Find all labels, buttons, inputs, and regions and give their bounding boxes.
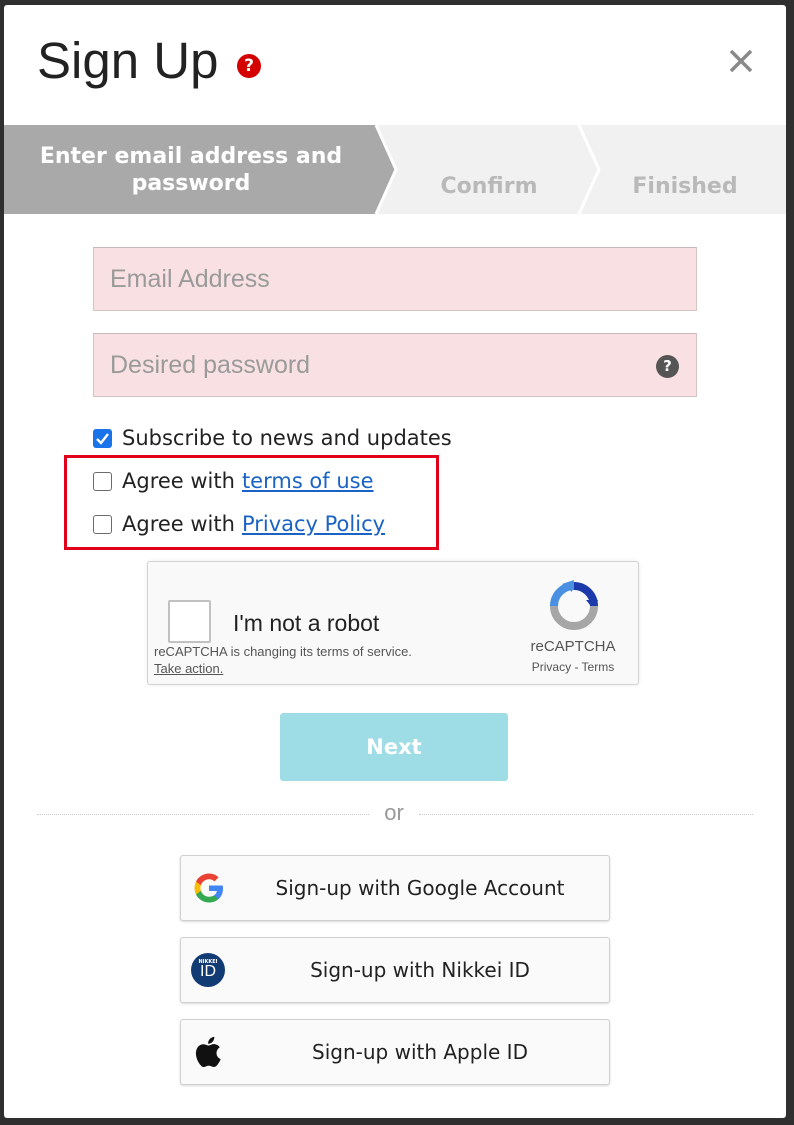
apple-icon [195,1036,221,1068]
google-signup-label: Sign-up with Google Account [275,876,565,900]
subscribe-checkbox[interactable] [93,428,112,448]
apple-signup-button[interactable]: Sign-up with Apple ID [180,1019,610,1085]
signup-dialog: Sign Up ? Enter email address and passwo… [4,5,786,1118]
password-field[interactable] [94,334,696,396]
next-button[interactable]: Next [280,713,508,781]
recaptcha-brand: reCAPTCHA [530,638,616,655]
email-field-wrapper [93,247,697,311]
recaptcha-notice: reCAPTCHA is changing its terms of servi… [154,644,412,659]
recaptcha-label: I'm not a robot [233,610,380,636]
password-help-icon[interactable]: ? [656,355,679,378]
subscribe-row: Subscribe to news and updates [93,424,452,452]
highlight-box [64,455,439,550]
close-button[interactable] [723,43,759,79]
divider-or: or [384,800,404,825]
recaptcha-checkbox[interactable] [168,600,211,643]
divider-left [37,814,369,815]
recaptcha-widget: I'm not a robot reCAPTCHA is changing it… [147,561,639,685]
question-circle-icon[interactable]: ? [237,54,261,78]
password-field-wrapper: ? [93,333,697,397]
google-icon [194,873,223,903]
step-finished: Finished [632,174,738,199]
check-icon [96,432,109,445]
nikkei-signup-label: Sign-up with Nikkei ID [310,958,530,982]
recaptcha-take-action-link[interactable]: Take action. [154,661,223,676]
subscribe-label: Subscribe to news and updates [122,426,452,450]
email-field[interactable] [94,248,696,310]
nikkei-id-icon: NIKKEI ID [191,953,225,987]
nikkei-signup-button[interactable]: NIKKEI ID Sign-up with Nikkei ID [180,937,610,1003]
close-icon [729,49,753,73]
progress-steps: Enter email address and password Confirm… [4,125,786,214]
recaptcha-privacy-terms[interactable]: Privacy - Terms [508,660,638,674]
google-signup-button[interactable]: Sign-up with Google Account [180,855,610,921]
divider-right [419,814,753,815]
apple-signup-label: Sign-up with Apple ID [312,1040,528,1064]
recaptcha-logo-icon [550,580,598,630]
page-title: Sign Up [37,32,219,89]
step-confirm: Confirm [440,174,538,199]
step-enter-email: Enter email address and password [39,144,343,196]
